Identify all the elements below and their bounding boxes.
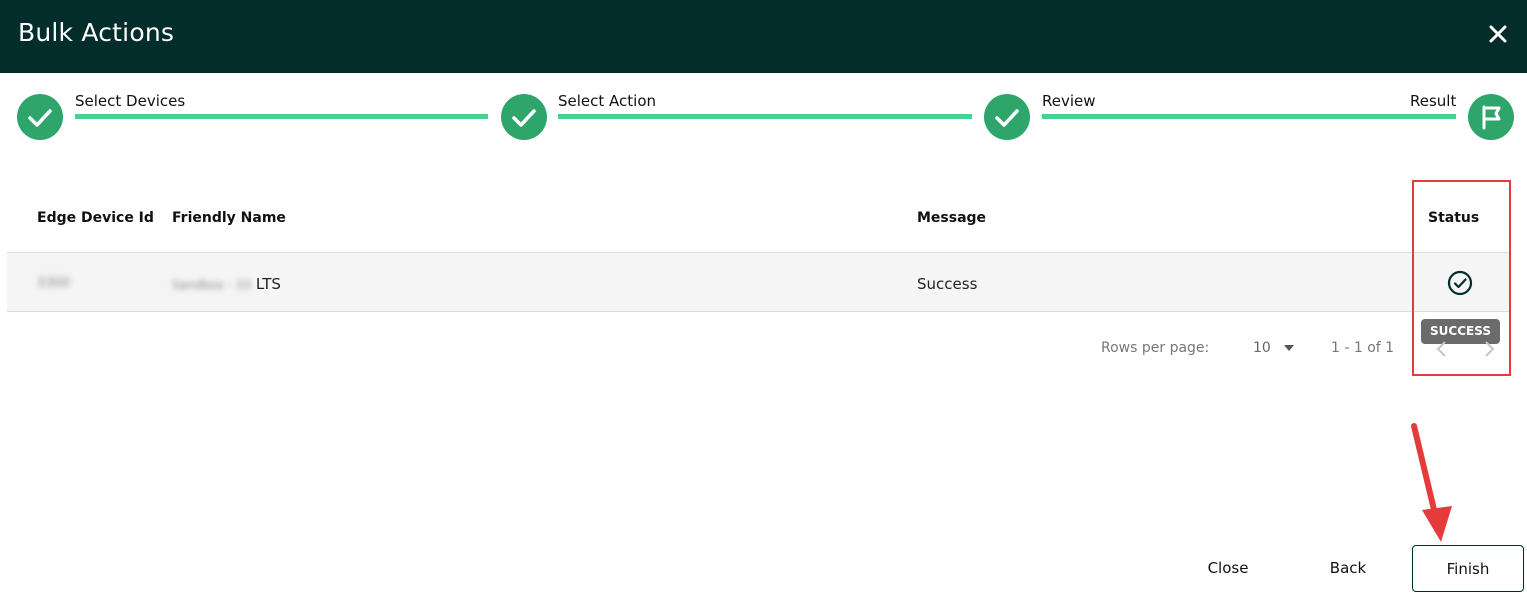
close-button[interactable]: Close (1193, 545, 1263, 592)
message-cell: Success (917, 275, 978, 293)
close-icon[interactable] (1482, 18, 1514, 50)
dialog-title: Bulk Actions (18, 18, 175, 47)
step-1-check-icon (17, 94, 63, 140)
rows-per-page-select[interactable]: 10 (1253, 340, 1295, 356)
edge-device-id-cell: 3300 (37, 276, 71, 291)
friendly-name-suffix: LTS (255, 275, 281, 293)
pagination-range: 1 - 1 of 1 (1331, 340, 1395, 356)
flag-icon (1468, 94, 1514, 140)
dialog-header: Bulk Actions (0, 0, 1527, 73)
step-1-connector (75, 114, 488, 119)
rows-per-page-label: Rows per page: (1101, 340, 1210, 356)
dropdown-arrow-icon (1283, 340, 1295, 356)
step-3-check-icon (984, 94, 1030, 140)
step-2-check-icon (501, 94, 547, 140)
column-header-message[interactable]: Message (917, 210, 986, 226)
highlight-annotation (1412, 180, 1511, 376)
arrow-annotation-icon (1400, 420, 1460, 550)
finish-button[interactable]: Finish (1412, 545, 1524, 592)
step-3-connector (1042, 114, 1456, 119)
step-3-label: Review (1042, 92, 1096, 110)
column-header-friendly-name[interactable]: Friendly Name (172, 210, 286, 226)
friendly-name-cell: Sandbox - 33 LTS (172, 275, 281, 293)
step-2-label: Select Action (558, 92, 657, 110)
back-button[interactable]: Back (1313, 545, 1383, 592)
step-2-connector (558, 114, 972, 119)
step-4-label: Result (1410, 92, 1457, 110)
column-header-edge-device-id[interactable]: Edge Device Id (37, 210, 154, 226)
rows-per-page-value: 10 (1253, 340, 1271, 356)
table-row[interactable]: 3300 Sandbox - 33 LTS Success (7, 253, 1510, 312)
friendly-name-redacted: Sandbox - 33 (172, 278, 252, 292)
step-1-label: Select Devices (75, 92, 186, 110)
